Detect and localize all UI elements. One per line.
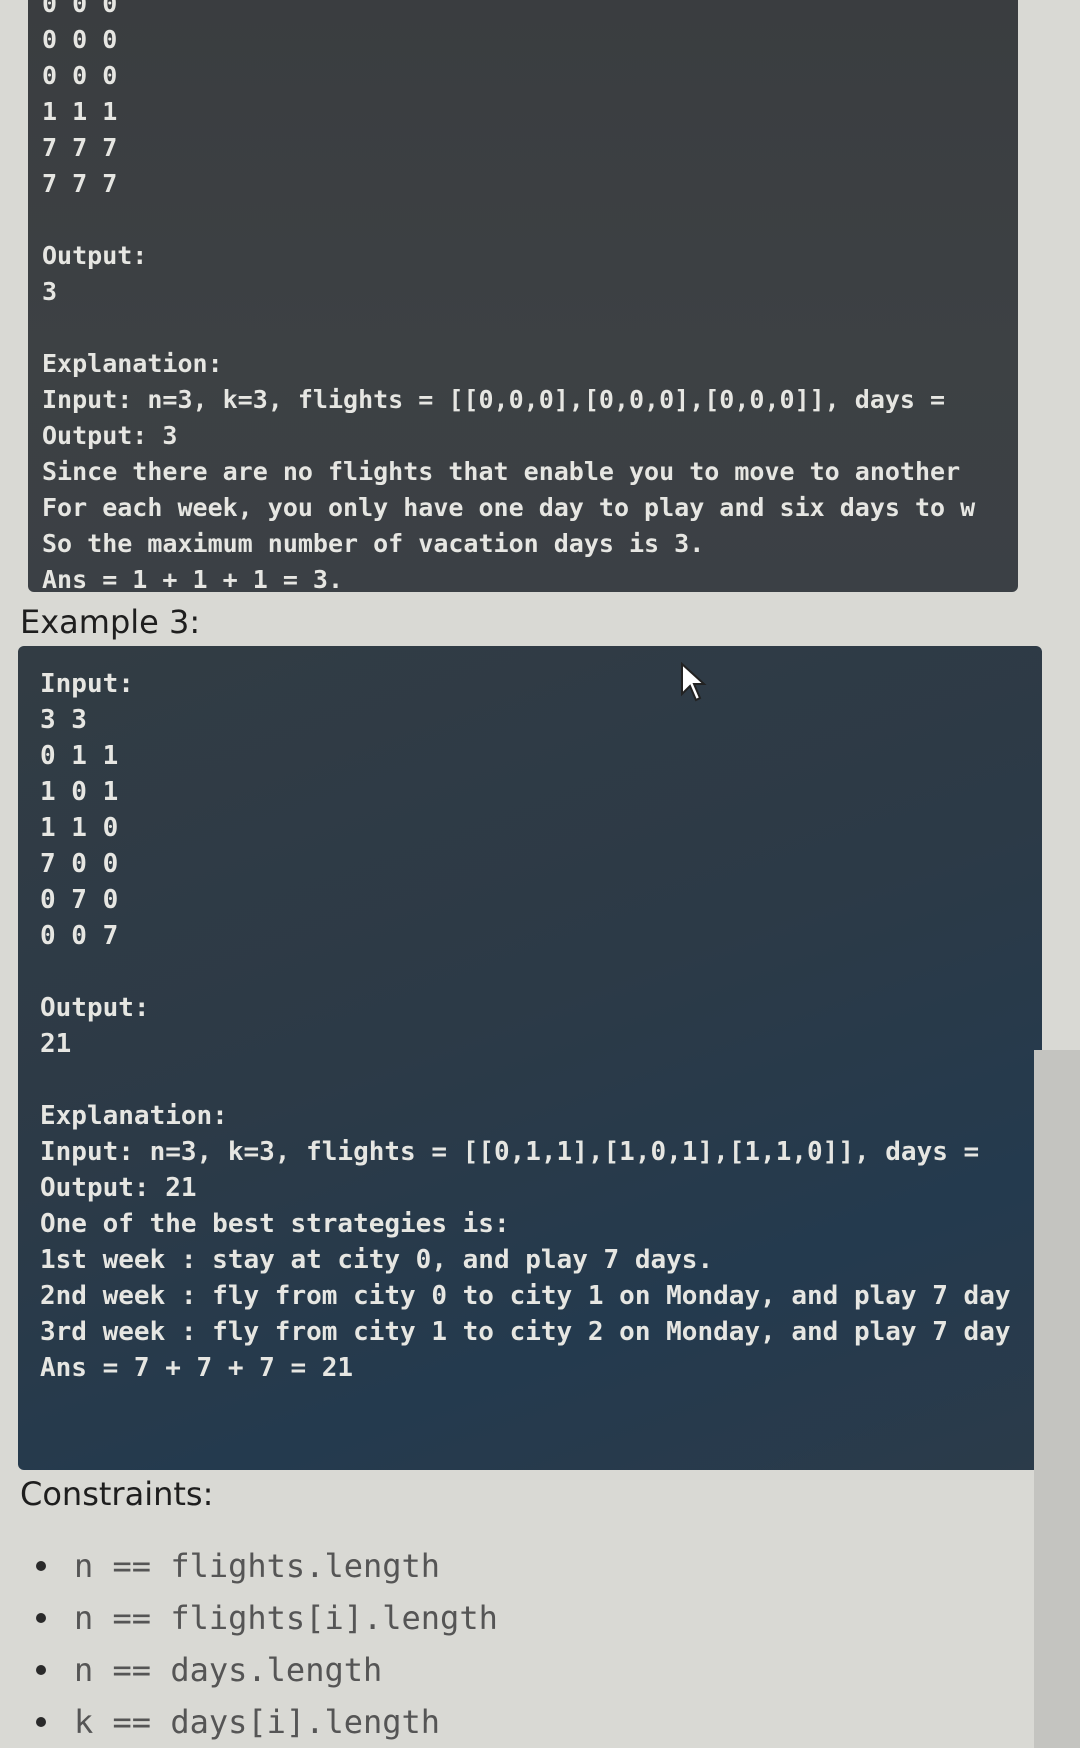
constraint-item: k == days[i].length	[30, 1696, 498, 1748]
explanation-line: 1st week : stay at city 0, and play 7 da…	[40, 1245, 714, 1275]
page-scrollbar[interactable]	[1034, 1050, 1080, 1748]
explanation-line: Output: 3	[42, 421, 178, 450]
explanation-line: Input: n=3, k=3, flights = [[0,1,1],[1,0…	[40, 1137, 995, 1167]
input-line: 0 0 0	[42, 25, 118, 54]
input-line: 1 1 0	[40, 813, 119, 843]
explanation-line: Ans = 1 + 1 + 1 = 3.	[42, 565, 344, 592]
input-line: 3 3	[40, 705, 87, 735]
input-line: 0 0 0	[42, 0, 118, 18]
input-line: 1 1 1	[42, 97, 118, 126]
explanation-label: Explanation:	[40, 1101, 228, 1131]
constraint-item: n == days.length	[30, 1644, 498, 1696]
input-line: 1 0 1	[40, 777, 119, 807]
constraint-item: n == flights[i].length	[30, 1592, 498, 1644]
output-label: Output:	[42, 241, 148, 270]
explanation-line: Output: 21	[40, 1173, 197, 1203]
explanation-line: Since there are no flights that enable y…	[42, 457, 976, 486]
input-line: 0 0 7	[40, 921, 119, 951]
constraint-text: n == flights[i].length	[74, 1599, 498, 1637]
explanation-line: 2nd week : fly from city 0 to city 1 on …	[40, 1281, 1011, 1311]
explanation-line: 3rd week : fly from city 1 to city 2 on …	[40, 1317, 1011, 1347]
constraint-item: n == flights.length	[30, 1540, 498, 1592]
explanation-label: Explanation:	[42, 349, 223, 378]
explanation-line: So the maximum number of vacation days i…	[42, 529, 705, 558]
bullet-icon	[36, 1717, 46, 1727]
example-3-code-block: Input: 3 3 0 1 1 1 0 1 1 1 0 7 0 0 0 7 0…	[18, 646, 1042, 1470]
example-2-code-block: 0 0 0 0 0 0 0 0 0 1 1 1 7 7 7 7 7 7 Outp…	[28, 0, 1018, 592]
explanation-line: One of the best strategies is:	[40, 1209, 510, 1239]
explanation-line: Ans = 7 + 7 + 7 = 21	[40, 1353, 354, 1383]
bullet-icon	[36, 1561, 46, 1571]
input-line: 0 1 1	[40, 741, 119, 771]
input-line: 0 7 0	[40, 885, 119, 915]
constraint-text: k == days[i].length	[74, 1703, 441, 1741]
example-3-heading: Example 3:	[20, 603, 201, 641]
mouse-cursor-icon	[681, 662, 707, 702]
constraints-list: n == flights.length n == flights[i].leng…	[30, 1540, 498, 1748]
input-line: 7 7 7	[42, 169, 118, 198]
explanation-line: Input: n=3, k=3, flights = [[0,0,0],[0,0…	[42, 385, 961, 414]
constraint-text: n == flights.length	[74, 1547, 441, 1585]
input-line: 7 0 0	[40, 849, 119, 879]
output-value: 3	[42, 277, 58, 306]
output-value: 21	[40, 1029, 72, 1059]
constraint-text: n == days.length	[74, 1651, 383, 1689]
constraints-heading: Constraints:	[20, 1475, 214, 1513]
explanation-line: For each week, you only have one day to …	[42, 493, 976, 522]
input-line: 7 7 7	[42, 133, 118, 162]
bullet-icon	[36, 1613, 46, 1623]
output-label: Output:	[40, 993, 150, 1023]
input-line: 0 0 0	[42, 61, 118, 90]
input-label: Input:	[40, 669, 134, 699]
bullet-icon	[36, 1665, 46, 1675]
